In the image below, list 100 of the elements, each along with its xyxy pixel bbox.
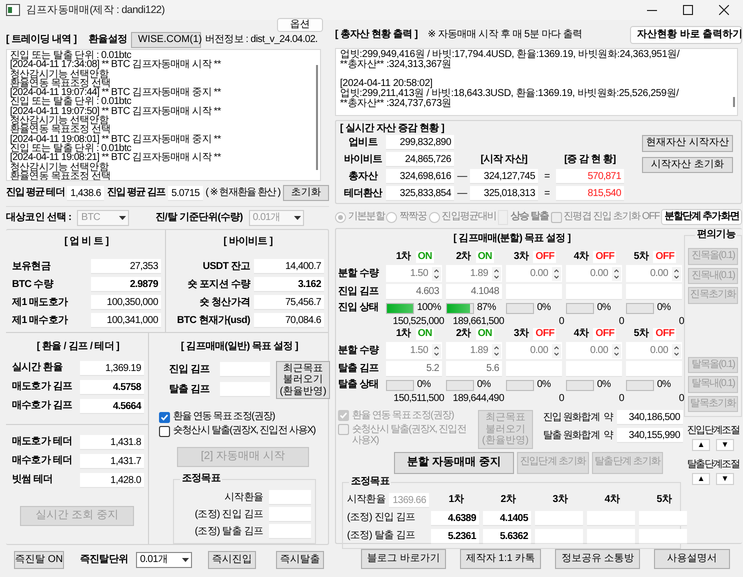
load-target-button[interactable]: 최근목표 불러오기 (환율반영) [276, 360, 330, 399]
value-field: 4.6389 [431, 510, 479, 526]
input-field[interactable] [269, 490, 311, 505]
value-field: 570,871 [556, 169, 624, 184]
spin-field[interactable]: 1.50 [386, 342, 442, 359]
spin-field[interactable]: 0.00 [626, 342, 682, 359]
value-field: 815,540 [556, 186, 624, 201]
checkbox[interactable] [159, 412, 170, 422]
field-label: 즉진탈단위 [80, 554, 128, 566]
radio-label: 진입평균대비 [442, 211, 496, 223]
input-field[interactable] [566, 361, 622, 377]
spin-field[interactable]: 1.50 [386, 265, 442, 282]
spin-field[interactable]: 0.00 [566, 265, 622, 282]
input-field[interactable] [220, 362, 270, 378]
input-field[interactable] [587, 510, 635, 526]
log-line: 업빗:299,211,413원 / 바빗:18,643.3USD, 환율:1369.19, 바빗원화:25,526,259원/ [340, 89, 680, 99]
tier-label: 3차 [514, 328, 528, 340]
log-line: 청산감시기능 선택안함 [10, 116, 109, 126]
link-button[interactable]: 제작자 1:1 카톡 [460, 549, 542, 569]
log-line: [2024-04-11 19:08:01] ** BTC 김프자동매매 중지 ** [10, 134, 222, 144]
log-line: [2024-04-11 17:34:08] ** BTC 김프자동매매 시작 ** [10, 60, 222, 70]
spin-field[interactable]: 0.00 [506, 265, 562, 282]
action-button[interactable]: 즉시탈출 [276, 551, 324, 569]
approx-label: 약 [603, 412, 613, 424]
value-field: 5.6 [446, 361, 502, 377]
step-button[interactable]: ▲ [692, 473, 710, 485]
log-line: 환율연동 목표조정 선택 [10, 78, 112, 88]
scrollbar[interactable] [316, 65, 318, 170]
dropdown[interactable]: 0.01개 [136, 552, 192, 568]
percent-label: 0% [597, 379, 611, 391]
link-button[interactable]: 정보공유 소통방 [555, 549, 640, 569]
spin-field[interactable]: 0.00 [626, 265, 682, 282]
field-label: BTC 현재가(usd) [176, 314, 250, 326]
field-label: USDT 잔고 [202, 260, 250, 272]
status-label: OFF [653, 328, 676, 340]
field-label: 진입 김프 [169, 364, 210, 376]
spin-arrows-icon [612, 344, 621, 358]
field-label: 진입 평균 김프 [106, 187, 166, 199]
log-line: 진입 또는 탈출 단위 : 0.01btc [10, 51, 132, 60]
input-field[interactable] [535, 528, 583, 544]
spin-field[interactable]: 0.00 [506, 342, 562, 359]
field-label: 진입단계조절 [686, 425, 740, 437]
field-label: 숏 포지션 수량 [186, 278, 250, 290]
log-line: **총자산** :324,737,673원 [340, 99, 452, 109]
input-field[interactable] [220, 382, 270, 398]
amount-text: 0 [618, 393, 624, 404]
value-field: 70,084.6 [254, 313, 324, 328]
spin-field[interactable]: 1.89 [446, 265, 502, 282]
step-button[interactable]: ▼ [716, 473, 734, 485]
quick-mode-button[interactable]: 즉진탈 ON [14, 551, 64, 569]
input-field[interactable] [626, 284, 682, 300]
field-label: 총자산 [348, 170, 379, 182]
spin-field[interactable]: 1.89 [446, 342, 502, 359]
status-label: OFF [533, 251, 556, 263]
amount-text: 150,511,500 [392, 393, 444, 404]
tier-label: 1차 [396, 328, 411, 340]
percent-label: 0% [537, 379, 551, 391]
value-field: 325,018,313 [470, 186, 538, 201]
radio-label: 짝짝꿍 [399, 211, 427, 223]
link-button[interactable]: 블로그 바로가기 [361, 549, 446, 569]
input-field[interactable] [626, 361, 682, 377]
tier-label: 3차 [514, 251, 528, 263]
field-label: BTC 수량 [12, 278, 54, 290]
rate-source-button[interactable]: WISE.COM(1) [131, 32, 202, 48]
reset-button[interactable]: 초기화 [283, 184, 329, 202]
amount-text: 0 [558, 316, 564, 327]
input-field[interactable] [566, 284, 622, 300]
value-field: 5.6362 [483, 528, 531, 544]
field-label: 제1 매도호가 [12, 296, 69, 308]
spin-field[interactable]: 0.00 [566, 342, 622, 359]
step-button[interactable]: ▲ [692, 439, 710, 451]
checkbox[interactable] [159, 426, 170, 436]
checkbox-label: 숏청산시 탈출(권장X, 진입전 사용X) [352, 424, 467, 446]
input-field[interactable] [269, 524, 311, 539]
input-field[interactable] [535, 510, 583, 526]
action-button[interactable]: 현재자산 시작자산 [642, 135, 733, 152]
value-field: 4.603 [386, 284, 442, 300]
action-button[interactable]: 즉시진입 [208, 551, 256, 569]
value-field: 100,341,000 [91, 313, 161, 328]
log-line: 환율연동 목표조정 선택 [10, 172, 112, 180]
input-field[interactable] [587, 528, 635, 544]
scrollbar[interactable] [733, 97, 735, 107]
input-field[interactable] [506, 361, 562, 377]
input-field[interactable] [639, 510, 687, 526]
value-field: 1369.66 [389, 492, 429, 508]
input-field[interactable] [269, 507, 311, 522]
field-label: 진입 원화합계 [542, 412, 600, 424]
print-assets-button[interactable]: 자산현황 바로 출력하기 [630, 26, 742, 44]
input-field[interactable] [506, 284, 562, 300]
value-field: 324,127,745 [470, 169, 538, 184]
stop-split-button[interactable]: 분할 자동매매 중지 [394, 452, 514, 474]
input-field[interactable] [639, 528, 687, 544]
action-button[interactable]: 시작자산 초기화 [642, 156, 733, 173]
step-button[interactable]: ▼ [716, 439, 734, 451]
tier-label: 4차 [574, 251, 588, 263]
log-line: 진입 또는 탈출 단위 : 0.01btc [10, 144, 132, 154]
options-button[interactable]: 옵션 [277, 18, 323, 32]
row-label: 진입 상태 [338, 302, 380, 314]
value-field: 24,865,726 [386, 152, 454, 167]
link-button[interactable]: 사용설명서 [654, 549, 730, 569]
